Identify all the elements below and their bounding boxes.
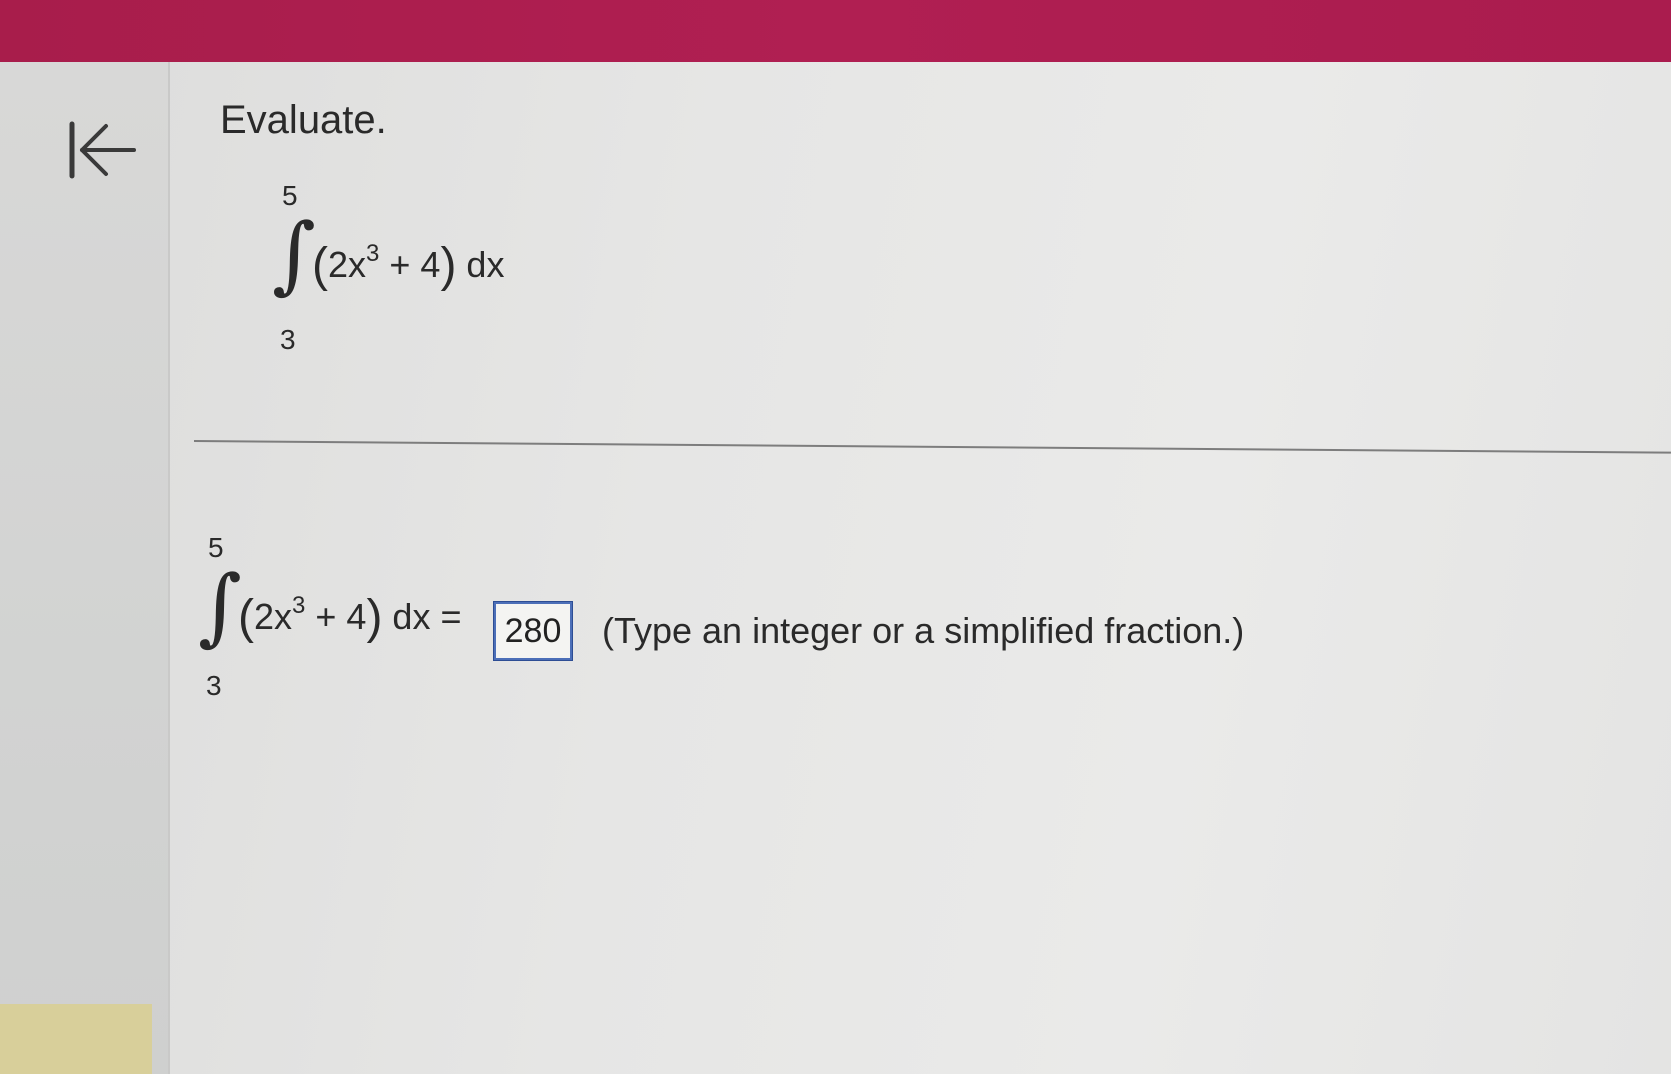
close-paren: ) [440,239,457,292]
back-to-start-button[interactable] [62,116,142,196]
integral-sign: ∫ [272,205,316,303]
top-bar [0,0,1671,62]
answer-close-paren: ) [366,591,383,644]
answer-open-paren: ( [238,591,254,644]
content-panel: Evaluate. 5 ∫ 3 (2x3 + 4) dx 5 ∫ 3 (2x3 … [170,62,1671,1074]
answer-integrand-exponent: 3 [292,592,306,619]
answer-input[interactable] [493,601,573,661]
lower-limit: 3 [280,324,296,355]
answer-integrand-coef: 2x [253,596,293,637]
integrand-exponent: 3 [366,240,380,267]
section-divider [193,440,1671,454]
answer-integrand: (2x3 + 4) dx = [238,590,461,645]
integrand: (2x3 + 4) dx [312,238,504,293]
integrand-coef: 2x [327,244,367,285]
screen: Evaluate. 5 ∫ 3 (2x3 + 4) dx 5 ∫ 3 (2x3 … [0,0,1671,1074]
answer-lower-limit: 3 [206,670,222,701]
open-paren: ( [312,239,328,292]
rail-swatch [0,1004,152,1074]
integrand-rest: + 4 [379,244,441,285]
first-page-arrow-icon [69,121,136,179]
answer-differential: dx [382,596,431,637]
answer-integrand-rest: + 4 [305,596,367,637]
equals-sign: = [430,596,462,637]
left-rail [0,62,170,1074]
answer-hint: (Type an integer or a simplified fractio… [602,610,1245,651]
differential: dx [456,244,505,285]
answer-integral-sign: ∫ [198,557,242,655]
question-prompt: Evaluate. [220,98,387,142]
